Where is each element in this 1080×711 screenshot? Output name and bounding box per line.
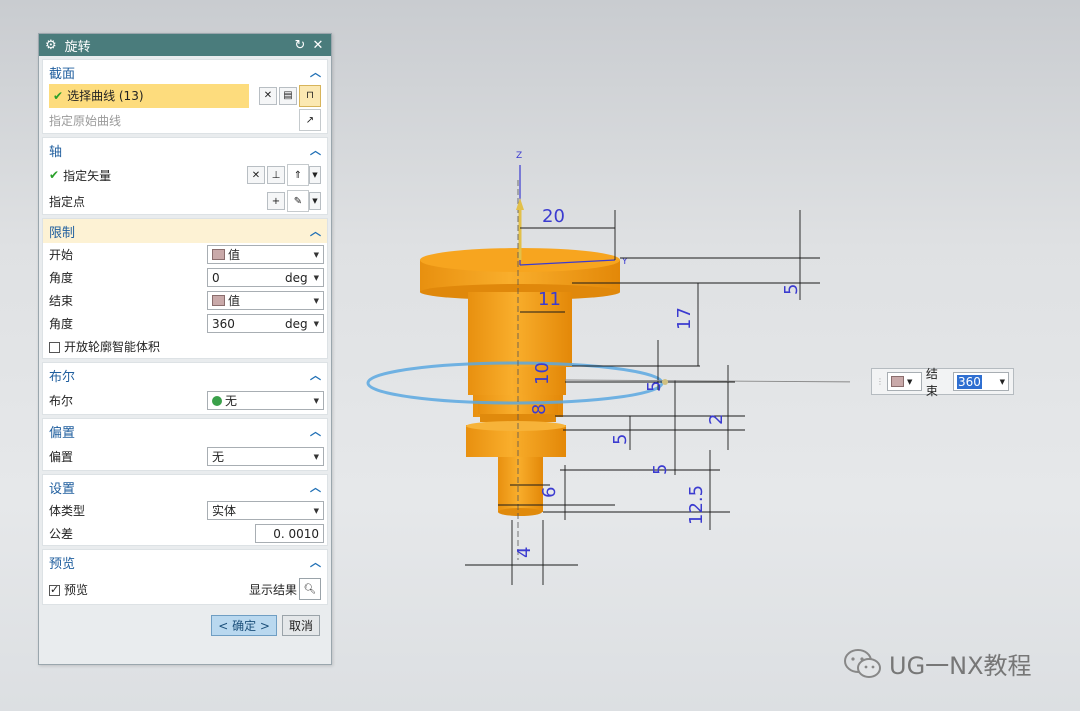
axis-z-label: Z [516, 151, 522, 161]
chevron-up-icon[interactable]: ︿ [310, 142, 321, 158]
chevron-down-icon: ▼ [313, 452, 319, 461]
chevron-down-icon: ▼ [313, 396, 319, 405]
float-end-label: 结束 [925, 366, 938, 398]
origin-curve-icon[interactable]: ↗ [299, 109, 321, 131]
chevron-up-icon[interactable]: ︿ [310, 367, 321, 383]
end-angle-input[interactable]: 360 deg ▼ [207, 314, 324, 333]
dimension-value[interactable]: 2 [706, 414, 727, 425]
specify-origin-curve-label: 指定原始曲线 [49, 113, 122, 128]
vector-dropdown-icon[interactable]: ▼ [309, 166, 321, 184]
value-icon [891, 376, 904, 387]
chevron-up-icon[interactable]: ︿ [310, 423, 321, 439]
dialog-titlebar: ⚙ 旋转 ↻ ✕ [39, 34, 331, 56]
value-icon [212, 295, 225, 306]
sketch-icon[interactable]: ▤ [279, 86, 297, 105]
point-dropdown-icon[interactable]: ▼ [309, 192, 321, 210]
close-icon[interactable]: ✕ [311, 38, 325, 53]
show-result-label: 显示结果 [248, 582, 297, 597]
dialog-title: 旋转 [64, 39, 91, 55]
boolean-none-icon [212, 395, 222, 406]
preview-label: 预览 [64, 582, 89, 597]
chevron-down-icon: ▼ [313, 506, 319, 515]
float-end-value[interactable]: 360 ▼ [952, 372, 1009, 391]
magnifier-icon[interactable]: 🔍︎ [299, 578, 321, 600]
end-type-mini-select[interactable]: ▼ [887, 372, 922, 391]
settings-group-header[interactable]: 设置 ︿ [43, 475, 327, 499]
chevron-down-icon: ▼ [313, 273, 319, 282]
dimension-value[interactable]: 5 [781, 284, 802, 295]
watermark: UG一NX教程 [843, 646, 1032, 681]
drag-handle[interactable] [662, 379, 668, 385]
grip-icon[interactable]: ⋮ [876, 377, 884, 386]
ok-button[interactable]: < 确定 > [211, 615, 277, 636]
axis-group: 轴 ︿ ✔ 指定矢量 ✕ ⊥ ⇑ ▼ 指定点 + ✎ ▼ [42, 137, 328, 215]
axis-y-label: Y [621, 257, 628, 267]
dimension-value[interactable]: 4 [514, 547, 535, 558]
chevron-up-icon[interactable]: ︿ [310, 64, 321, 80]
checkmark-icon: ✔ [53, 88, 64, 103]
revolve-dialog: ⚙ 旋转 ↻ ✕ 截面 ︿ ✔ 选择曲线 (13) ✕ ▤ ⊓ 指定原始曲线 ↗… [38, 33, 332, 665]
chevron-up-icon[interactable]: ︿ [310, 479, 321, 495]
open-profile-checkbox[interactable] [49, 342, 60, 353]
offset-group: 偏置 ︿ 偏置 无 ▼ [42, 418, 328, 471]
viewport-canvas[interactable]: Z Y 20 11 17 5 10 8 5 2 5 5 6 12.5 4 [350, 140, 850, 590]
boolean-select[interactable]: 无 ▼ [207, 391, 324, 410]
settings-group: 设置 ︿ 体类型 实体 ▼ 公差 0. 0010 [42, 474, 328, 546]
chevron-down-icon: ▼ [313, 319, 319, 328]
start-angle-input[interactable]: 0 deg ▼ [207, 268, 324, 287]
end-angle-floating-input[interactable]: ⋮ ▼ 结束 360 ▼ [871, 367, 1014, 398]
dimension-value[interactable]: 6 [539, 487, 560, 498]
reverse-direction-icon[interactable]: ✕ [247, 166, 265, 184]
dimension-value[interactable]: 5 [610, 434, 631, 445]
dimension-value[interactable]: 10 [532, 362, 553, 385]
end-type-select[interactable]: 值 ▼ [207, 291, 324, 310]
vector-type-icon[interactable]: ⇑ [287, 164, 309, 186]
chevron-up-icon[interactable]: ︿ [310, 554, 321, 570]
axis-group-header[interactable]: 轴 ︿ [43, 138, 327, 162]
start-type-select[interactable]: 值 ▼ [207, 245, 324, 264]
vector-dialog-icon[interactable]: ⊥ [267, 166, 285, 184]
chevron-down-icon: ▼ [313, 296, 319, 305]
preview-checkbox[interactable] [49, 583, 60, 596]
wechat-icon [844, 648, 881, 678]
point-dialog-icon[interactable]: + [267, 192, 285, 210]
offset-select[interactable]: 无 ▼ [207, 447, 324, 466]
open-profile-label: 开放轮廓智能体积 [64, 340, 161, 354]
dimension-value[interactable]: 5 [650, 464, 671, 475]
point-type-icon[interactable]: ✎ [287, 190, 309, 212]
curve-rule-icon[interactable]: ✕ [259, 86, 277, 105]
dimension-value[interactable]: 20 [542, 206, 565, 227]
preview-group-header[interactable]: 预览 ︿ [43, 550, 327, 574]
gear-icon[interactable]: ⚙ [45, 38, 57, 53]
body-type-select[interactable]: 实体 ▼ [207, 501, 324, 520]
section-group: 截面 ︿ ✔ 选择曲线 (13) ✕ ▤ ⊓ 指定原始曲线 ↗ [42, 59, 328, 134]
section-group-header[interactable]: 截面 ︿ [43, 60, 327, 84]
dimension-value[interactable]: 11 [538, 289, 561, 310]
specify-point-label: 指定点 [49, 194, 86, 209]
boolean-group-header[interactable]: 布尔 ︿ [43, 363, 327, 387]
chevron-down-icon: ▼ [313, 250, 319, 259]
select-curve-label: 选择曲线 (13) [67, 89, 144, 103]
dimension-value[interactable]: 8 [529, 404, 550, 415]
reset-icon[interactable]: ↻ [293, 38, 307, 53]
draw-section-icon[interactable]: ⊓ [299, 84, 321, 107]
preview-group: 预览 ︿ 预览 显示结果 🔍︎ [42, 549, 328, 605]
specify-vector-label: 指定矢量 [63, 168, 112, 183]
cancel-button[interactable]: 取消 [281, 615, 320, 636]
boolean-group: 布尔 ︿ 布尔 无 ▼ [42, 362, 328, 415]
value-icon [212, 249, 225, 260]
tolerance-input[interactable]: 0. 0010 [255, 524, 324, 543]
offset-group-header[interactable]: 偏置 ︿ [43, 419, 327, 443]
chevron-down-icon: ▼ [999, 377, 1005, 386]
chevron-up-icon[interactable]: ︿ [310, 223, 321, 239]
dimension-value[interactable]: 17 [674, 307, 695, 330]
checkmark-icon: ✔ [49, 168, 60, 182]
dimension-value[interactable]: 5 [644, 381, 665, 392]
select-curve-row[interactable]: ✔ 选择曲线 (13) [49, 83, 249, 108]
watermark-text: UG一NX教程 [889, 652, 1032, 680]
limits-group-header[interactable]: 限制 ︿ [43, 219, 327, 243]
dimension-value[interactable]: 12.5 [686, 485, 707, 525]
limits-group: 限制 ︿ 开始 值 ▼ 角度 0 deg ▼ 结束 值 ▼ 角度 360 deg… [42, 218, 328, 359]
